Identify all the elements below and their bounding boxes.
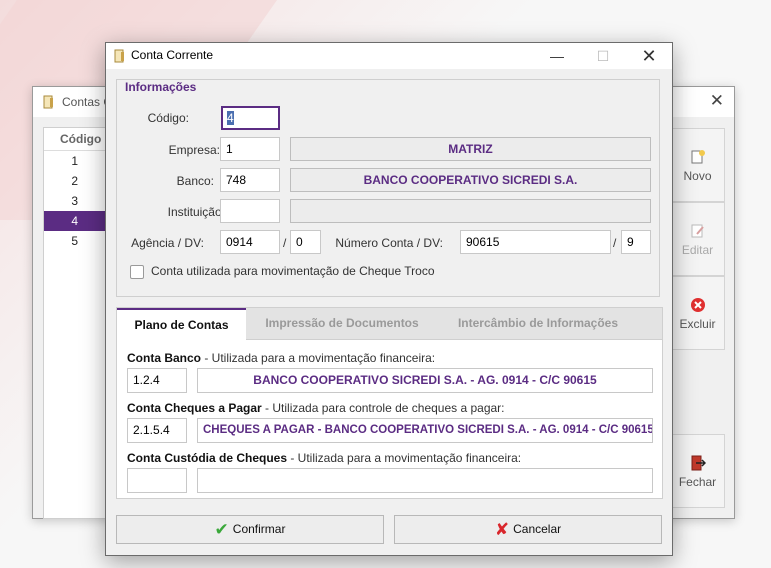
tab-bar: Plano de Contas Impressão de Documentos … (117, 308, 662, 340)
tab-impressao-de-documentos[interactable]: Impressão de Documentos (257, 308, 427, 339)
banco-label: Banco: (176, 174, 214, 188)
edit-icon (691, 224, 704, 238)
new-document-icon (691, 150, 705, 164)
excluir-button[interactable]: Excluir (670, 276, 725, 350)
codigo-input[interactable]: 4 (221, 106, 280, 130)
cancel-button[interactable]: ✘ Cancelar (394, 515, 662, 544)
maximize-button[interactable]: ☐ (580, 43, 626, 69)
list-header[interactable]: Código (44, 128, 114, 151)
conta-cheques-code-input[interactable]: 2.1.5.4 (127, 418, 187, 443)
codigo-value: 4 (227, 111, 234, 125)
list-item-selected[interactable]: 4 (44, 211, 114, 231)
conta-separator: / (613, 236, 617, 250)
novo-button[interactable]: Novo (670, 128, 725, 202)
cheque-troco-label[interactable]: Conta utilizada para movimentação de Che… (151, 264, 435, 278)
empresa-input[interactable]: 1 (220, 137, 280, 161)
confirm-button[interactable]: ✔ Confirmar (116, 515, 384, 544)
dialog-titlebar: Conta Corrente — ☐ ✕ (106, 43, 672, 69)
exit-icon (691, 455, 706, 471)
agencia-input[interactable]: 0914 (220, 230, 280, 254)
novo-label: Novo (683, 169, 712, 183)
conta-custodia-code-input[interactable] (127, 468, 187, 493)
editar-button[interactable]: Editar (670, 202, 725, 276)
dialog-title: Conta Corrente (131, 48, 214, 62)
delete-icon (690, 298, 705, 312)
codigo-label: Código: (147, 111, 189, 125)
list-item[interactable]: 1 (44, 151, 114, 171)
list-item[interactable]: 5 (44, 231, 114, 251)
conta-banco-code-input[interactable]: 1.2.4 (127, 368, 187, 393)
tab-plano-de-contas[interactable]: Plano de Contas (117, 308, 246, 340)
conta-custodia-desc: - Utilizada para a movimentação financei… (287, 451, 522, 465)
instituicao-name (290, 199, 651, 223)
conta-cheques-name: CHEQUES A PAGAR - BANCO COOPERATIVO SICR… (197, 418, 653, 443)
banco-input[interactable]: 748 (220, 168, 280, 192)
cheque-troco-checkbox[interactable] (130, 265, 144, 279)
window-icon (43, 95, 53, 109)
numero-conta-dv-input[interactable]: 9 (621, 230, 651, 254)
cancel-x-icon: ✘ (494, 520, 510, 540)
conta-banco-label: Conta Banco - Utilizada para a movimenta… (127, 351, 435, 365)
conta-cheques-title: Conta Cheques a Pagar (127, 401, 262, 415)
conta-custodia-label: Conta Custódia de Cheques - Utilizada pa… (127, 451, 521, 465)
window-icon (114, 49, 124, 63)
instituicao-label: Instituição: (167, 205, 225, 219)
list-item[interactable]: 3 (44, 191, 114, 211)
tab-panel: Plano de Contas Impressão de Documentos … (116, 307, 663, 499)
fechar-button[interactable]: Fechar (670, 434, 725, 508)
background-close-button[interactable]: ✕ (710, 91, 724, 111)
excluir-label: Excluir (679, 317, 716, 331)
conta-cheques-label: Conta Cheques a Pagar - Utilizada para c… (127, 401, 505, 415)
numero-conta-label: Número Conta / DV: (335, 236, 443, 250)
editar-label: Editar (681, 243, 714, 257)
list-item[interactable]: 2 (44, 171, 114, 191)
fechar-label: Fechar (678, 475, 717, 489)
banco-name: BANCO COOPERATIVO SICREDI S.A. (290, 168, 651, 192)
section-title: Informações (121, 80, 201, 94)
close-button[interactable]: ✕ (626, 43, 672, 69)
checkmark-icon: ✔ (214, 520, 229, 540)
conta-cheques-desc: - Utilizada para controle de cheques a p… (261, 401, 505, 415)
numero-conta-input[interactable]: 90615 (460, 230, 611, 254)
cancel-label: Cancelar (513, 522, 562, 536)
empresa-name: MATRIZ (290, 137, 651, 161)
conta-banco-name: BANCO COOPERATIVO SICREDI S.A. - AG. 091… (197, 368, 653, 393)
conta-custodia-title: Conta Custódia de Cheques (127, 451, 288, 465)
agencia-dv-input[interactable]: 0 (290, 230, 321, 254)
conta-custodia-name (197, 468, 653, 493)
agencia-separator: / (283, 236, 287, 250)
conta-banco-title: Conta Banco (127, 351, 202, 365)
tab-intercambio-de-informacoes[interactable]: Intercâmbio de Informações (447, 308, 629, 339)
minimize-button[interactable]: — (534, 43, 580, 69)
empresa-label: Empresa: (168, 143, 220, 157)
confirm-label: Confirmar (232, 522, 286, 536)
instituicao-input[interactable] (220, 199, 280, 223)
conta-banco-desc: - Utilizada para a movimentação financei… (201, 351, 436, 365)
conta-corrente-dialog: Conta Corrente — ☐ ✕ Informações Código:… (105, 42, 673, 556)
agencia-label: Agência / DV: (131, 236, 204, 250)
